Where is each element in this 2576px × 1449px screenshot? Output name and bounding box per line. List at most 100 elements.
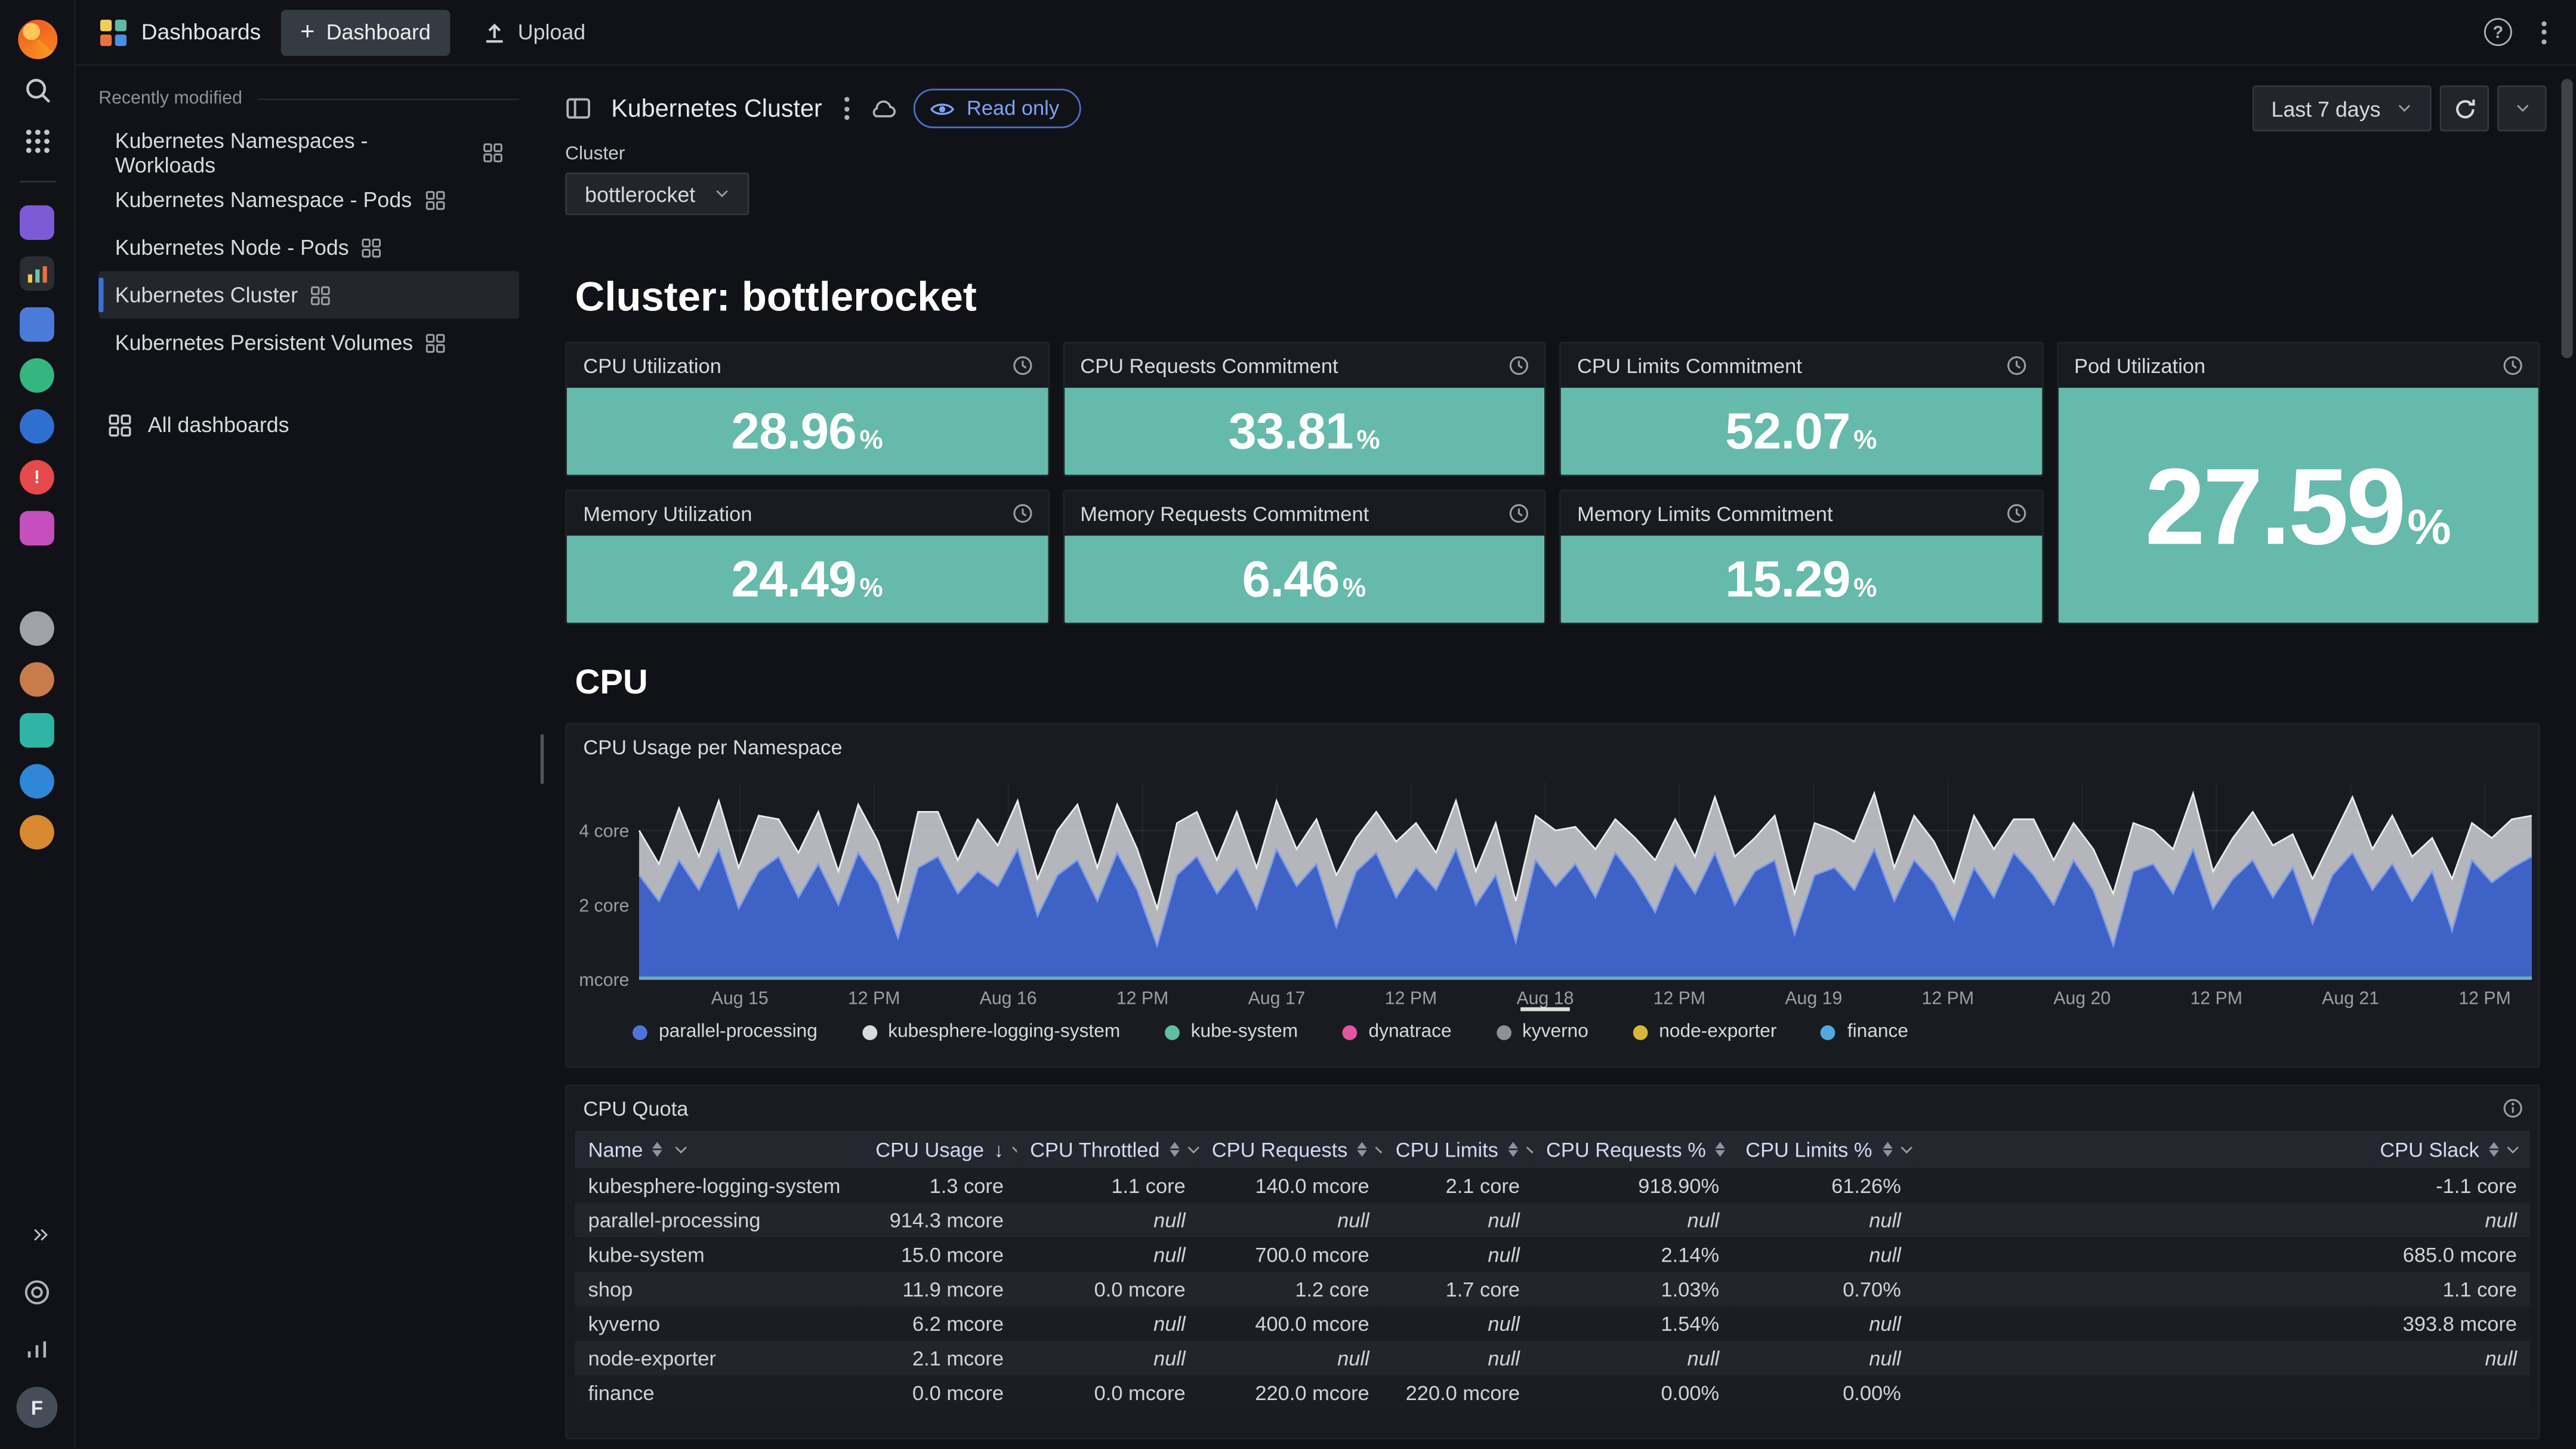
expand-rail-icon[interactable]: [0, 1209, 75, 1260]
panel-title[interactable]: CPU Limits Commitment: [1577, 354, 1802, 377]
read-only-badge[interactable]: Read only: [914, 89, 1081, 128]
topnav-more-icon[interactable]: [2538, 17, 2550, 47]
all-dashboards-link[interactable]: All dashboards: [98, 412, 519, 437]
sidebar-item-kubernetes-namespaces-workloads[interactable]: Kubernetes Namespaces - Workloads: [98, 128, 519, 176]
panel-clock-icon[interactable]: [1508, 355, 1530, 377]
grafana-logo[interactable]: [0, 13, 75, 64]
column-header-cpu-limits[interactable]: CPU Limits %: [1732, 1130, 1914, 1168]
panel-clock-icon[interactable]: [1011, 503, 1033, 525]
panel-title[interactable]: CPU Utilization: [583, 354, 721, 377]
legend-item-finance[interactable]: finance: [1821, 1022, 1908, 1042]
panel-title[interactable]: Memory Requests Commitment: [1080, 502, 1369, 525]
app-icon-9[interactable]: [0, 654, 75, 705]
legend-item-node-exporter[interactable]: node-exporter: [1633, 1022, 1776, 1042]
legend-item-kubesphere-logging-system[interactable]: kubesphere-logging-system: [862, 1022, 1120, 1042]
column-menu-icon[interactable]: [1377, 1141, 1383, 1158]
app-icon-2[interactable]: [0, 248, 75, 299]
app-icon-7[interactable]: [0, 503, 75, 554]
app-icon-10[interactable]: [0, 705, 75, 756]
upload-button[interactable]: Upload: [470, 9, 599, 55]
column-header-cpu-requests[interactable]: CPU Requests %: [1533, 1130, 1732, 1168]
row-title-cluster[interactable]: Cluster: bottlerocket: [575, 275, 2540, 322]
column-header-cpu-slack[interactable]: CPU Slack: [2372, 1130, 2531, 1168]
panel-clock-icon[interactable]: [2502, 355, 2523, 377]
cell-value: null: [1017, 1341, 1199, 1376]
new-dashboard-button[interactable]: + Dashboard: [280, 9, 451, 55]
cell-value: null: [1017, 1306, 1199, 1341]
sidebar-item-kubernetes-namespace-pods[interactable]: Kubernetes Namespace - Pods: [98, 176, 519, 224]
column-header-cpu-requests[interactable]: CPU Requests: [1199, 1130, 1383, 1168]
panel-info-icon[interactable]: [2502, 1097, 2523, 1119]
support-icon[interactable]: [0, 1267, 75, 1318]
column-label: CPU Limits: [1396, 1138, 1498, 1161]
panel-title[interactable]: Memory Limits Commitment: [1577, 502, 1832, 525]
panel-title[interactable]: CPU Usage per Namespace: [583, 735, 842, 759]
column-menu-icon[interactable]: [672, 1141, 689, 1158]
search-icon[interactable]: [0, 64, 75, 115]
column-menu-icon[interactable]: [1528, 1141, 1533, 1158]
cluster-variable-value: bottlerocket: [585, 181, 695, 206]
app-icon-4[interactable]: [0, 350, 75, 400]
svg-text:Aug 17: Aug 17: [1248, 988, 1306, 1008]
app-icon-11[interactable]: [0, 756, 75, 807]
panel-list-toggle-icon[interactable]: [565, 95, 591, 122]
panel-title[interactable]: CPU Quota: [583, 1097, 688, 1120]
scrollbar-thumb[interactable]: [2561, 79, 2572, 358]
cell-value: [2372, 1376, 2531, 1410]
read-only-label: Read only: [967, 97, 1059, 120]
app-icon-3[interactable]: [0, 299, 75, 350]
template-variables: Cluster bottlerocket: [542, 138, 2576, 215]
app-icon-6[interactable]: !: [0, 452, 75, 502]
panel-clock-icon[interactable]: [2005, 355, 2026, 377]
column-header-name[interactable]: Name: [575, 1130, 863, 1168]
stat-unit: %: [2407, 500, 2451, 556]
sidebar-item-kubernetes-persistent-volumes[interactable]: Kubernetes Persistent Volumes: [98, 319, 519, 366]
column-menu-icon[interactable]: [1189, 1141, 1198, 1158]
column-header-cpu-throttled[interactable]: CPU Throttled: [1017, 1130, 1199, 1168]
scrollbar[interactable]: [2561, 72, 2572, 1442]
row-title-cpu[interactable]: CPU: [575, 664, 2540, 703]
panel-clock-icon[interactable]: [1011, 355, 1033, 377]
panel-clock-icon[interactable]: [1508, 503, 1530, 525]
help-icon[interactable]: ?: [2484, 18, 2512, 46]
panel-title[interactable]: Pod Utilization: [2074, 354, 2205, 377]
breadcrumb[interactable]: Dashboards: [98, 17, 261, 47]
dashboard-more-icon[interactable]: [842, 94, 853, 124]
plus-icon: +: [300, 19, 314, 44]
app-icon-1[interactable]: [0, 197, 75, 248]
user-avatar[interactable]: F: [0, 1382, 75, 1433]
cell-name: node-exporter: [575, 1341, 863, 1376]
column-header-cpu-usage[interactable]: CPU Usage↓: [862, 1130, 1017, 1168]
usage-stats-icon[interactable]: [0, 1324, 75, 1375]
legend-item-parallel-processing[interactable]: parallel-processing: [633, 1022, 817, 1042]
stat-value: 24.49: [731, 550, 856, 609]
panel-title[interactable]: CPU Requests Commitment: [1080, 354, 1338, 377]
column-header-spacer: [1914, 1130, 2372, 1168]
column-menu-icon[interactable]: [1014, 1141, 1017, 1158]
legend-item-kyverno[interactable]: kyverno: [1496, 1022, 1588, 1042]
sidebar-item-kubernetes-node-pods[interactable]: Kubernetes Node - Pods: [98, 223, 519, 271]
panel-title[interactable]: Memory Utilization: [583, 502, 752, 525]
cluster-variable-label: Cluster: [565, 144, 2546, 164]
column-menu-icon[interactable]: [2509, 1141, 2517, 1158]
sidebar-item-kubernetes-cluster[interactable]: Kubernetes Cluster: [98, 271, 519, 319]
cell-value: 1.03%: [1533, 1272, 1732, 1306]
app-icon-8[interactable]: [0, 603, 75, 653]
dashboard-grid-icon: [109, 413, 132, 436]
sidebar-resize-handle[interactable]: [541, 735, 543, 784]
column-menu-icon[interactable]: [1902, 1141, 1910, 1158]
refresh-button[interactable]: [2440, 85, 2489, 131]
legend-item-kube-system[interactable]: kube-system: [1165, 1022, 1298, 1042]
column-header-cpu-limits[interactable]: CPU Limits: [1383, 1130, 1533, 1168]
apps-grid-icon[interactable]: [0, 115, 75, 166]
app-icon-12[interactable]: [0, 807, 75, 858]
cloud-icon[interactable]: [870, 98, 898, 119]
panel-clock-icon[interactable]: [2005, 503, 2026, 525]
cpu-usage-chart[interactable]: Aug 1512 PMAug 1612 PMAug 1712 PMAug 181…: [567, 769, 2538, 1012]
column-label: CPU Limits %: [1745, 1138, 1872, 1161]
refresh-interval-dropdown[interactable]: [2497, 85, 2547, 131]
legend-item-dynatrace[interactable]: dynatrace: [1342, 1022, 1451, 1042]
cluster-variable-dropdown[interactable]: bottlerocket: [565, 172, 749, 215]
time-range-picker[interactable]: Last 7 days: [2251, 85, 2431, 131]
app-icon-5[interactable]: [0, 401, 75, 452]
